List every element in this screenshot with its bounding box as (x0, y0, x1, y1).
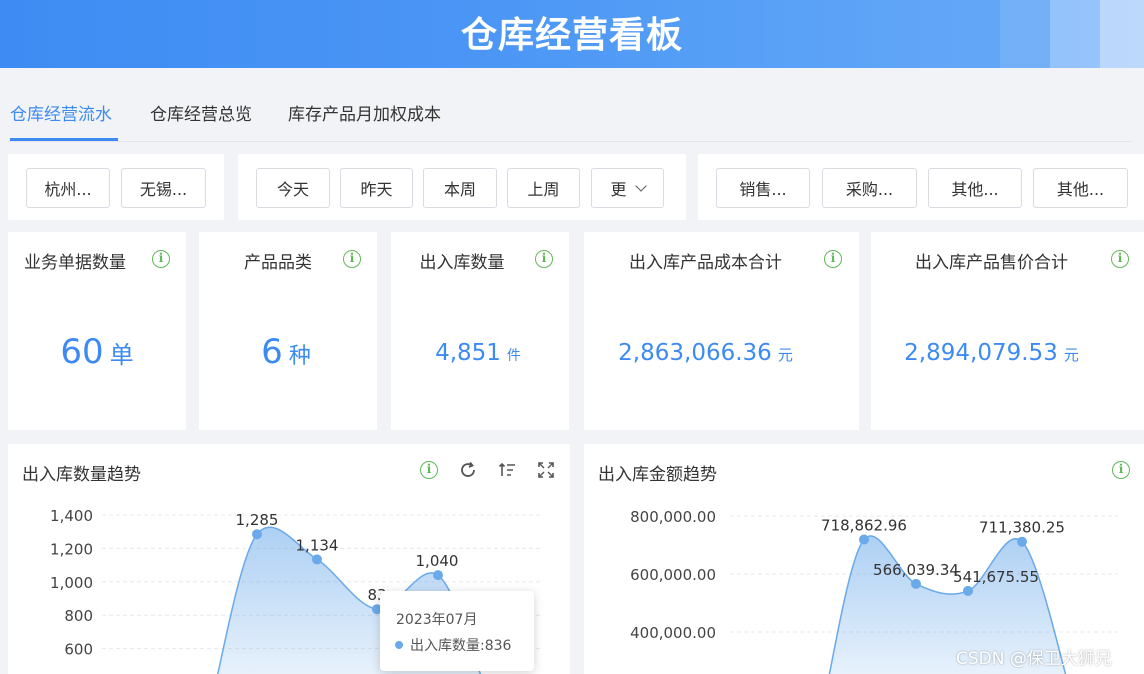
data-point[interactable] (1017, 536, 1027, 547)
tooltip-series-dot (395, 641, 403, 649)
y-tick-label: 1,000 (50, 574, 93, 592)
data-point[interactable] (433, 570, 443, 581)
data-point[interactable] (859, 534, 869, 545)
data-point[interactable] (252, 529, 262, 540)
y-tick-label: 400,000.00 (630, 624, 716, 642)
tooltip-value: 出入库数量:836 (410, 638, 512, 654)
y-tick-label: 1,400 (50, 507, 93, 525)
data-label: 1,040 (416, 552, 459, 570)
data-point[interactable] (312, 554, 322, 565)
data-label: 1,134 (296, 536, 339, 554)
data-label: 718,862.96 (821, 517, 907, 535)
data-point[interactable] (911, 578, 921, 589)
tooltip-title: 2023年07月 (396, 612, 478, 628)
chart-tooltip: 2023年07月 出入库数量:836 (380, 591, 534, 671)
data-label: 711,380.25 (979, 519, 1065, 537)
data-label: 1,285 (236, 511, 279, 529)
y-tick-label: 800 (64, 607, 93, 625)
data-label: 541,675.55 (953, 568, 1039, 586)
y-tick-label: 1,200 (50, 540, 93, 558)
data-point[interactable] (963, 585, 973, 596)
data-label: 566,039.34 (873, 561, 959, 579)
trend-charts: 1,4001,2001,0008006001,2851,134831,040 8… (50, 507, 1118, 674)
y-tick-label: 600 (64, 641, 93, 659)
watermark: CSDN @保卫大狮兄 (956, 649, 1112, 669)
y-tick-label: 800,000.00 (630, 508, 716, 526)
y-tick-label: 600,000.00 (630, 566, 716, 584)
